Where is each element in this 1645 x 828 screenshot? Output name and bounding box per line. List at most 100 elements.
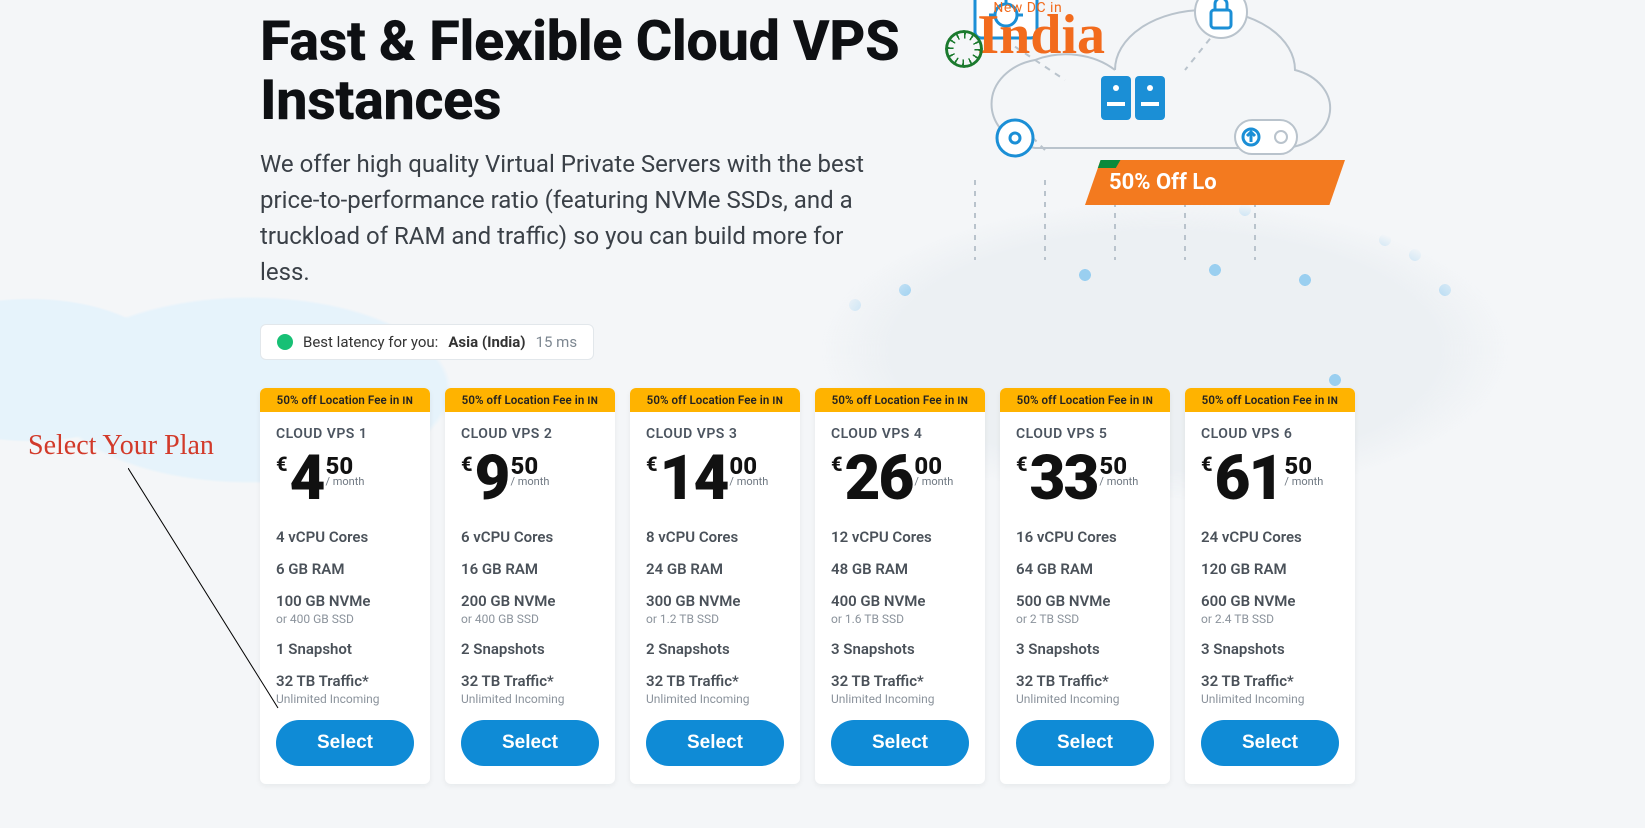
spec-ram: 48 GB RAM <box>831 560 969 578</box>
latency-location: Asia (India) <box>448 333 525 351</box>
latency-pill[interactable]: Best latency for you: Asia (India) 15 ms <box>260 324 594 360</box>
price-period: / month <box>729 476 768 487</box>
plan-card: 50% off Location Fee in IN CLOUD VPS 6 €… <box>1185 388 1355 785</box>
promo-banner: 50% Off Lo <box>1085 160 1345 205</box>
plan-price: € 26 00 / month <box>831 448 969 510</box>
spec-nvme-main: 300 GB NVMe <box>646 592 740 610</box>
price-euros: 9 <box>475 448 509 510</box>
select-plan-button[interactable]: Select <box>461 720 599 766</box>
select-plan-button[interactable]: Select <box>831 720 969 766</box>
ribbon-text: 50% off Location Fee in <box>1202 393 1325 407</box>
plan-name: CLOUD VPS 5 <box>1016 426 1154 442</box>
plans-row: 50% off Location Fee in IN CLOUD VPS 1 €… <box>260 388 1645 785</box>
spec-snapshots: 3 Snapshots <box>1016 640 1154 658</box>
spec-nvme: 500 GB NVMe or 2 TB SSD <box>1016 592 1154 626</box>
spec-nvme-alt: or 400 GB SSD <box>461 612 599 626</box>
spec-traffic-main: 32 TB Traffic* <box>1016 672 1109 690</box>
select-plan-button[interactable]: Select <box>646 720 784 766</box>
plan-ribbon: 50% off Location Fee in IN <box>815 388 985 412</box>
spec-nvme-alt: or 1.6 TB SSD <box>831 612 969 626</box>
ribbon-text: 50% off Location Fee in <box>832 393 955 407</box>
ribbon-flag: IN <box>587 396 598 407</box>
latency-ms: 15 ms <box>536 333 577 351</box>
plan-name: CLOUD VPS 1 <box>276 426 414 442</box>
plan-ribbon: 50% off Location Fee in IN <box>445 388 615 412</box>
spec-nvme: 400 GB NVMe or 1.6 TB SSD <box>831 592 969 626</box>
spec-cpu: 6 vCPU Cores <box>461 528 599 546</box>
annotation-select-your-plan: Select Your Plan <box>28 430 214 462</box>
spec-nvme-alt: or 2 TB SSD <box>1016 612 1154 626</box>
currency-symbol: € <box>1201 454 1213 474</box>
spec-nvme-alt: or 1.2 TB SSD <box>646 612 784 626</box>
spec-traffic: 32 TB Traffic* Unlimited Incoming <box>1201 672 1339 706</box>
plan-ribbon: 50% off Location Fee in IN <box>1000 388 1170 412</box>
spec-traffic: 32 TB Traffic* Unlimited Incoming <box>831 672 969 706</box>
spec-ram: 24 GB RAM <box>646 560 784 578</box>
spec-nvme-main: 500 GB NVMe <box>1016 592 1110 610</box>
price-cents: 00 <box>729 454 768 478</box>
spec-traffic-sub: Unlimited Incoming <box>461 692 599 706</box>
currency-symbol: € <box>831 454 843 474</box>
spec-traffic-main: 32 TB Traffic* <box>831 672 924 690</box>
page-title: Fast & Flexible Cloud VPS Instances <box>260 12 900 130</box>
plan-card: 50% off Location Fee in IN CLOUD VPS 2 €… <box>445 388 615 785</box>
spec-traffic-main: 32 TB Traffic* <box>461 672 554 690</box>
spec-traffic: 32 TB Traffic* Unlimited Incoming <box>461 672 599 706</box>
spec-snapshots: 3 Snapshots <box>1201 640 1339 658</box>
price-cents: 50 <box>510 454 549 478</box>
plan-ribbon: 50% off Location Fee in IN <box>1185 388 1355 412</box>
spec-traffic-sub: Unlimited Incoming <box>1201 692 1339 706</box>
spec-cpu: 8 vCPU Cores <box>646 528 784 546</box>
ribbon-flag: IN <box>772 396 783 407</box>
price-euros: 14 <box>660 448 728 510</box>
spec-ram: 16 GB RAM <box>461 560 599 578</box>
spec-traffic: 32 TB Traffic* Unlimited Incoming <box>1016 672 1154 706</box>
spec-nvme-main: 400 GB NVMe <box>831 592 925 610</box>
annotation-text: Select Your Plan <box>28 430 214 461</box>
ribbon-flag: IN <box>1327 396 1338 407</box>
spec-nvme: 200 GB NVMe or 400 GB SSD <box>461 592 599 626</box>
plan-price: € 14 00 / month <box>646 448 784 510</box>
spec-cpu: 24 vCPU Cores <box>1201 528 1339 546</box>
spec-traffic: 32 TB Traffic* Unlimited Incoming <box>646 672 784 706</box>
plan-name: CLOUD VPS 3 <box>646 426 784 442</box>
latency-status-dot-icon <box>277 334 293 350</box>
plan-name: CLOUD VPS 6 <box>1201 426 1339 442</box>
select-plan-button[interactable]: Select <box>1201 720 1339 766</box>
price-cents: 00 <box>914 454 953 478</box>
spec-snapshots: 2 Snapshots <box>646 640 784 658</box>
price-period: / month <box>1099 476 1138 487</box>
price-period: / month <box>510 476 549 487</box>
price-cents: 50 <box>325 454 364 478</box>
ribbon-flag: IN <box>957 396 968 407</box>
ribbon-text: 50% off Location Fee in <box>277 393 400 407</box>
ribbon-flag: IN <box>402 396 413 407</box>
plan-price: € 61 50 / month <box>1201 448 1339 510</box>
spec-cpu: 16 vCPU Cores <box>1016 528 1154 546</box>
spec-cpu: 12 vCPU Cores <box>831 528 969 546</box>
spec-traffic-sub: Unlimited Incoming <box>831 692 969 706</box>
plan-ribbon: 50% off Location Fee in IN <box>260 388 430 412</box>
currency-symbol: € <box>646 454 658 474</box>
currency-symbol: € <box>1016 454 1028 474</box>
spec-nvme: 300 GB NVMe or 1.2 TB SSD <box>646 592 784 626</box>
price-cents: 50 <box>1284 454 1323 478</box>
ribbon-text: 50% off Location Fee in <box>647 393 770 407</box>
price-euros: 61 <box>1215 448 1283 510</box>
plan-card: 50% off Location Fee in IN CLOUD VPS 5 €… <box>1000 388 1170 785</box>
price-euros: 26 <box>845 448 913 510</box>
plan-card: 50% off Location Fee in IN CLOUD VPS 4 €… <box>815 388 985 785</box>
price-period: / month <box>325 476 364 487</box>
latency-lead: Best latency for you: <box>303 333 438 351</box>
select-plan-button[interactable]: Select <box>1016 720 1154 766</box>
plan-name: CLOUD VPS 4 <box>831 426 969 442</box>
price-cents: 50 <box>1099 454 1138 478</box>
spec-nvme-main: 600 GB NVMe <box>1201 592 1295 610</box>
plan-price: € 33 50 / month <box>1016 448 1154 510</box>
spec-nvme-main: 200 GB NVMe <box>461 592 555 610</box>
price-period: / month <box>1284 476 1323 487</box>
spec-nvme: 600 GB NVMe or 2.4 TB SSD <box>1201 592 1339 626</box>
spec-snapshots: 3 Snapshots <box>831 640 969 658</box>
spec-ram: 64 GB RAM <box>1016 560 1154 578</box>
ribbon-text: 50% off Location Fee in <box>462 393 585 407</box>
